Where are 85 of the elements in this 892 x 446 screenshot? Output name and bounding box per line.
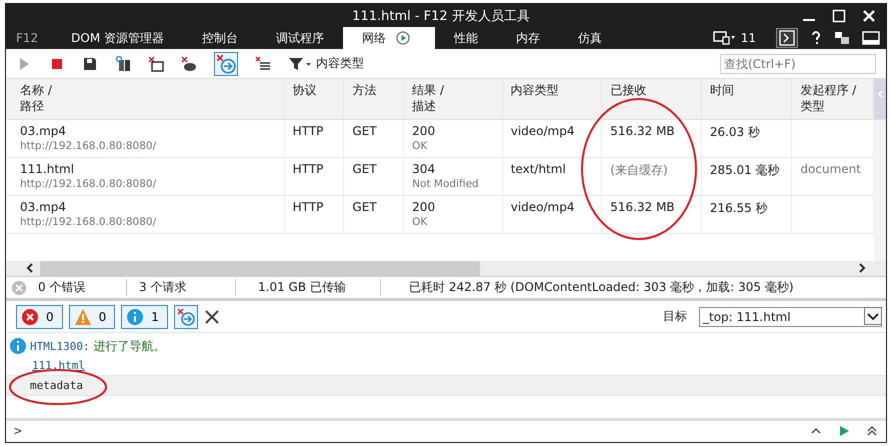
content-type-text: video/mp4 [510,124,576,138]
elapsed-time: 已耗时 242.87 秒 (DOMContentLoaded: 303 毫秒，加载: 305 毫秒) [408,279,794,296]
cache-icon[interactable] [115,56,131,72]
filter-toggle[interactable]: 1 [121,304,168,329]
tab[interactable]: 控制台 [183,27,258,50]
windows-icon[interactable] [834,31,850,46]
tab[interactable]: 性能 [435,27,498,50]
filter-label[interactable]: 内容类型 [316,55,364,72]
column-header[interactable]: 结果 / 描述 [404,78,503,119]
column-header[interactable]: 时间 [702,78,792,119]
received-size: 516.32 MB [610,200,676,214]
console-icon[interactable] [776,28,798,48]
help-icon[interactable] [810,30,822,46]
status-description: Not Modified [412,178,480,190]
chevron-down-icon[interactable] [864,306,882,325]
search-field[interactable]: 查找(Ctrl+F) [720,54,876,74]
clear-list-icon[interactable] [255,56,271,72]
time-text: 26.03 秒 [710,124,761,141]
window-title: 111.html - F12 开发人员工具 [352,8,530,25]
column-header[interactable]: 已接收 [602,78,702,119]
info-icon [127,308,144,325]
protocol-text: HTTP [292,200,324,214]
time-text: 285.01 毫秒 [710,162,781,179]
received-size: 516.32 MB [610,124,676,138]
clear-on-navigate-icon[interactable] [174,304,198,329]
transferred-size: 1.01 GB 已传输 [236,279,381,296]
protocol-text: HTTP [292,124,324,138]
file-path: http://192.168.0.80:8080/ [20,178,158,190]
clear-on-navigate-icon[interactable] [214,52,238,76]
message-text: 进行了导航。 [94,338,166,355]
error-count: 0 个错误 [38,279,127,296]
target-label: 目标 [663,308,687,326]
column-header[interactable]: 名称 / 路径 [6,78,285,119]
document-mode[interactable]: 11 [740,31,756,46]
request-count: 3 个请求 [127,279,236,296]
monitor-icon[interactable] [712,31,735,46]
file-path: http://192.168.0.80:8080/ [20,216,158,228]
initiator-text: document [800,162,862,176]
run-icon[interactable] [838,425,850,438]
clear-cookies-icon[interactable] [181,56,197,72]
app-label: F12 [15,31,40,46]
method-text: GET [352,162,378,176]
message-code: HTML1300: [30,340,90,353]
maximize-icon[interactable] [832,8,846,23]
save-icon[interactable] [82,56,98,72]
tab[interactable]: 仿真 [559,27,622,50]
file-path: http://192.168.0.80:8080/ [20,140,158,152]
tab[interactable]: 网络 [343,27,436,50]
tab[interactable]: 内存 [497,27,560,50]
protocol-text: HTTP [292,162,324,176]
filter-icon[interactable] [288,56,312,72]
error-icon [22,308,38,325]
status-description: OK [412,140,428,152]
content-type-text: text/html [510,162,567,176]
source-link[interactable]: 111.html [10,358,85,372]
file-name: 111.html [20,162,76,176]
close-icon[interactable] [204,308,220,325]
scrollbar-thumb[interactable] [40,260,480,276]
method-text: GET [352,200,378,214]
dock-icon[interactable] [862,31,880,46]
collapse-icon[interactable] [866,425,878,438]
file-name: 03.mp4 [20,200,68,214]
filter-toggle[interactable]: 0 [16,304,63,329]
column-header[interactable]: 方法 [344,78,404,119]
received-size: (来自缓存) [610,162,669,179]
console-prompt: > [14,424,22,439]
scrollbar[interactable] [874,78,886,119]
time-text: 216.55 秒 [710,200,769,217]
target-dropdown[interactable]: _top: 111.html [699,306,882,327]
column-header[interactable]: 内容类型 [502,78,602,119]
error-icon [12,280,26,295]
warning-icon [74,308,91,325]
filter-toggle[interactable]: 0 [68,304,116,329]
column-header[interactable]: 协议 [284,78,344,119]
status-code: 200 [412,124,436,138]
info-icon [10,338,26,354]
method-text: GET [352,124,378,138]
content-type-text: video/mp4 [510,200,576,214]
clear-entries-icon[interactable] [148,56,164,72]
tab[interactable]: DOM 资源管理器 [52,27,184,50]
tab[interactable]: 调试程序 [257,27,344,50]
status-code: 200 [412,200,436,214]
status-description: OK [412,216,428,228]
status-code: 304 [412,162,436,176]
file-name: 03.mp4 [20,124,68,138]
